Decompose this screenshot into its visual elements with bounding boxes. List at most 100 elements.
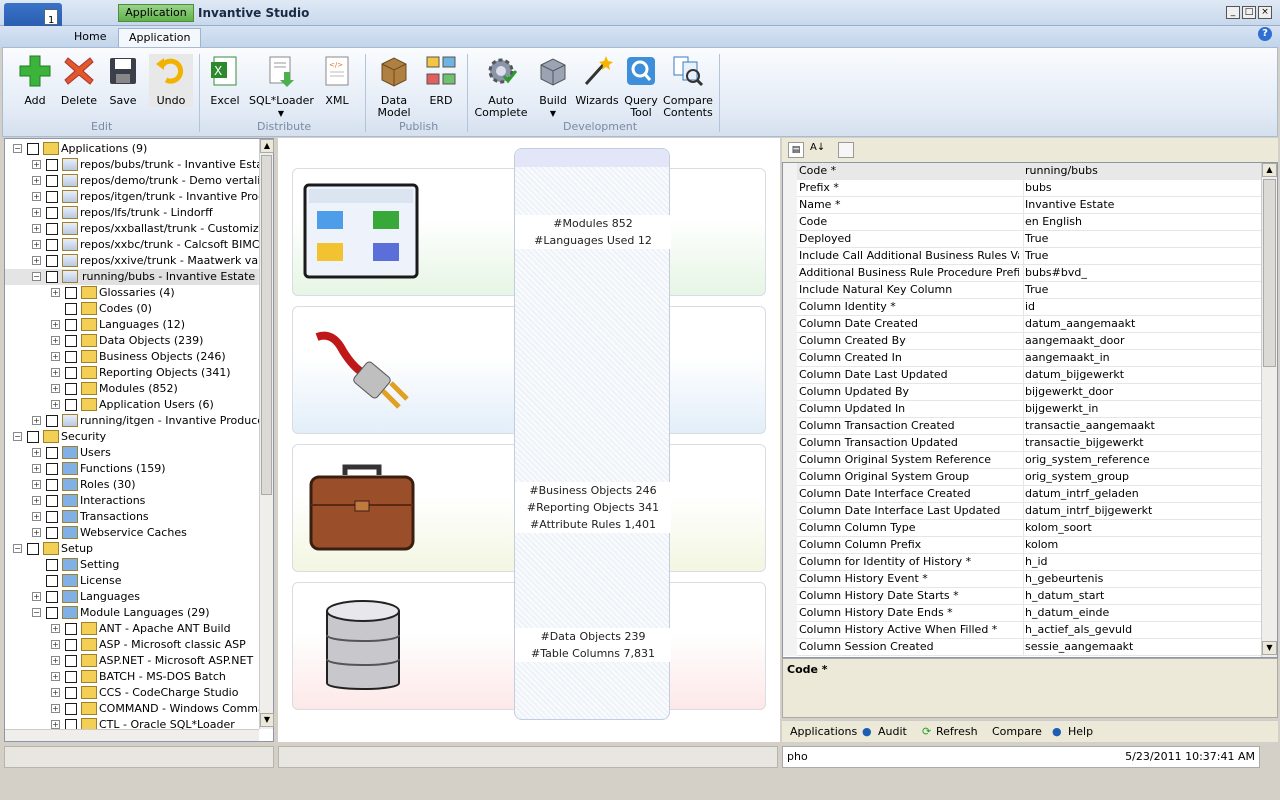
property-row[interactable]: Column Date Interface Created datum_intrf… [783, 486, 1261, 503]
property-row[interactable]: Column History Date Ends * h_datum_einde [783, 605, 1261, 622]
property-value[interactable]: datum_bijgewerkt [1023, 367, 1259, 383]
property-row[interactable]: Column Date Last Updated datum_bijgewerkt [783, 367, 1261, 384]
excel-button[interactable]: X Excel [205, 54, 245, 107]
property-row[interactable]: Name * Invantive Estate [783, 197, 1261, 214]
tree-node[interactable]: + Application Users (6) [5, 397, 259, 413]
build-button[interactable]: Build ▼ [533, 54, 573, 120]
property-value[interactable]: h_gebeurtenis [1023, 571, 1259, 587]
property-row[interactable]: Code en English [783, 214, 1261, 231]
tree-node-checkbox[interactable] [46, 511, 58, 523]
close-button[interactable]: × [1258, 6, 1272, 19]
tree-node[interactable]: + repos/lfs/trunk - Lindorff [5, 205, 259, 221]
property-value[interactable]: True [1023, 282, 1259, 298]
navigation-tree[interactable]: − Applications (9) + repos/bubs/trunk - Inv… [5, 139, 259, 729]
expand-icon[interactable]: + [51, 656, 60, 665]
expand-icon[interactable]: + [32, 176, 41, 185]
tree-node-checkbox[interactable] [46, 415, 58, 427]
tree-node-checkbox[interactable] [46, 207, 58, 219]
tree-node[interactable]: − Setup [5, 541, 259, 557]
tree-node[interactable]: Codes (0) [5, 301, 259, 317]
property-value[interactable]: sessie_aangemaakt [1023, 639, 1259, 655]
expand-icon[interactable]: + [32, 256, 41, 265]
tree-node[interactable]: + Languages (12) [5, 317, 259, 333]
property-row[interactable]: Column Column Type kolom_soort [783, 520, 1261, 537]
tree-node[interactable]: + Glossaries (4) [5, 285, 259, 301]
tree-node[interactable]: + Users [5, 445, 259, 461]
tab-application[interactable]: Application [118, 28, 202, 48]
tree-node[interactable]: + Webservice Caches [5, 525, 259, 541]
expand-icon[interactable]: + [51, 640, 60, 649]
tree-node[interactable]: + Reporting Objects (341) [5, 365, 259, 381]
erd-button[interactable]: ERD [421, 54, 461, 107]
property-row[interactable]: Column Transaction Created transactie_aan… [783, 418, 1261, 435]
sql-loader-button[interactable]: SQL*Loader ▼ [249, 54, 314, 120]
scroll-up-button[interactable]: ▲ [260, 139, 274, 153]
scroll-thumb[interactable] [261, 155, 272, 495]
tree-node[interactable]: + ANT - Apache ANT Build [5, 621, 259, 637]
tree-node-checkbox[interactable] [65, 703, 77, 715]
tree-node-checkbox[interactable] [65, 383, 77, 395]
tree-node[interactable]: + BATCH - MS-DOS Batch [5, 669, 259, 685]
tree-node[interactable]: + ASP - Microsoft classic ASP [5, 637, 259, 653]
undo-button[interactable]: Undo [149, 54, 193, 107]
property-value[interactable]: orig_system_group [1023, 469, 1259, 485]
tree-node[interactable]: + Transactions [5, 509, 259, 525]
tree-node-checkbox[interactable] [65, 655, 77, 667]
tree-node-checkbox[interactable] [46, 175, 58, 187]
tree-node[interactable]: License [5, 573, 259, 589]
expand-icon[interactable]: + [32, 416, 41, 425]
property-row[interactable]: Column Date Interface Last Updated datum_… [783, 503, 1261, 520]
tree-node-checkbox[interactable] [27, 143, 39, 155]
property-value[interactable]: orig_system_reference [1023, 452, 1259, 468]
scroll-down-button[interactable]: ▼ [260, 713, 274, 727]
tree-node-checkbox[interactable] [46, 271, 58, 283]
property-row[interactable]: Column Created In aangemaakt_in [783, 350, 1261, 367]
tree-node-checkbox[interactable] [65, 335, 77, 347]
expand-icon[interactable]: + [51, 400, 60, 409]
tree-node-checkbox[interactable] [46, 447, 58, 459]
tree-node[interactable]: + running/itgen - Invantive Producer [5, 413, 259, 429]
expand-icon[interactable]: + [51, 688, 60, 697]
compare-contents-button[interactable]: Compare Contents [663, 54, 713, 119]
property-row[interactable]: Column for Identity of History * h_id [783, 554, 1261, 571]
expand-icon[interactable]: + [32, 224, 41, 233]
tree-node-checkbox[interactable] [46, 559, 58, 571]
property-row[interactable]: Column History Date Starts * h_datum_star… [783, 588, 1261, 605]
property-value[interactable]: transactie_aangemaakt [1023, 418, 1259, 434]
expand-icon[interactable]: + [32, 160, 41, 169]
tree-node[interactable]: + repos/demo/trunk - Demo vertalinge [5, 173, 259, 189]
data-model-button[interactable]: Data Model [373, 54, 415, 119]
tree-node-checkbox[interactable] [46, 223, 58, 235]
tree-node[interactable]: Setting [5, 557, 259, 573]
tree-node[interactable]: − running/bubs - Invantive Estate [5, 269, 259, 285]
tab-audit[interactable]: Audit [878, 725, 907, 738]
tree-node[interactable]: − Security [5, 429, 259, 445]
tree-node[interactable]: + CCS - CodeCharge Studio [5, 685, 259, 701]
property-row[interactable]: Column Column Prefix kolom [783, 537, 1261, 554]
tree-node-checkbox[interactable] [65, 367, 77, 379]
property-value[interactable]: Invantive Estate [1023, 197, 1259, 213]
property-row[interactable]: Code * running/bubs [783, 163, 1261, 180]
property-row[interactable]: Column Date Created datum_aangemaakt [783, 316, 1261, 333]
property-value[interactable]: datum_intrf_geladen [1023, 486, 1259, 502]
expand-icon[interactable]: + [51, 672, 60, 681]
scroll-up-button[interactable]: ▲ [1262, 163, 1277, 177]
property-row[interactable]: Deployed True [783, 231, 1261, 248]
tab-compare[interactable]: Compare [992, 725, 1042, 738]
tree-node[interactable]: + Interactions [5, 493, 259, 509]
tree-node-checkbox[interactable] [65, 303, 77, 315]
expand-icon[interactable]: + [51, 336, 60, 345]
property-value[interactable]: running/bubs [1023, 163, 1259, 179]
tab-applications[interactable]: Applications [790, 725, 857, 738]
tree-node[interactable]: + repos/xxballast/trunk - Customization [5, 221, 259, 237]
expand-icon[interactable]: + [32, 208, 41, 217]
property-value[interactable]: kolom_soort [1023, 520, 1259, 536]
tree-node-checkbox[interactable] [65, 351, 77, 363]
tree-node[interactable]: + ASP.NET - Microsoft ASP.NET [5, 653, 259, 669]
tree-node[interactable]: + Data Objects (239) [5, 333, 259, 349]
property-row[interactable]: Prefix * bubs [783, 180, 1261, 197]
save-button[interactable]: Save [103, 54, 143, 107]
tree-node-checkbox[interactable] [46, 607, 58, 619]
expand-icon[interactable]: + [32, 512, 41, 521]
property-row[interactable]: Column Updated By bijgewerkt_door [783, 384, 1261, 401]
